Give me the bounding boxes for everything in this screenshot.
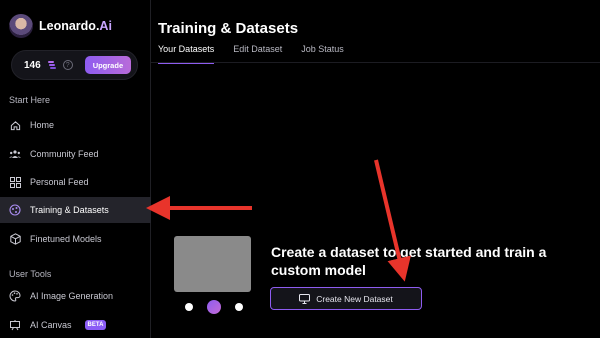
sidebar-item-label: Personal Feed bbox=[30, 177, 89, 187]
token-stack-icon bbox=[47, 61, 56, 69]
sidebar-item-community-feed[interactable]: Community Feed bbox=[0, 141, 151, 167]
tab-bar: Your Datasets Edit Dataset Job Status bbox=[158, 44, 363, 64]
beta-badge: BETA bbox=[84, 320, 107, 330]
sidebar: Leonardo.Ai 146 ? Upgrade Start Here Hom… bbox=[0, 0, 151, 338]
carousel-dot-active[interactable] bbox=[207, 300, 221, 314]
start-here-label: Start Here bbox=[9, 95, 51, 105]
logo-avatar bbox=[9, 14, 33, 38]
tab-job-status[interactable]: Job Status bbox=[301, 44, 344, 64]
cube-icon bbox=[9, 233, 21, 245]
token-count: 146 bbox=[24, 59, 41, 71]
sidebar-item-ai-image-generation[interactable]: AI Image Generation bbox=[0, 283, 151, 309]
sidebar-item-label: Home bbox=[30, 120, 55, 130]
palette-icon bbox=[9, 290, 21, 302]
carousel-dot[interactable] bbox=[185, 303, 193, 311]
carousel-dot[interactable] bbox=[235, 303, 243, 311]
training-icon bbox=[9, 204, 21, 216]
sidebar-item-label: Community Feed bbox=[30, 149, 99, 159]
user-tools-label: User Tools bbox=[9, 269, 52, 279]
monitor-icon bbox=[299, 293, 311, 304]
page-title: Training & Datasets bbox=[158, 20, 299, 37]
create-new-dataset-label: Create New Dataset bbox=[316, 293, 393, 304]
sidebar-item-label: AI Canvas bbox=[30, 320, 72, 330]
sidebar-item-ai-canvas[interactable]: AI Canvas BETA bbox=[0, 312, 151, 338]
tabs-divider bbox=[151, 62, 600, 63]
logo-text: Leonardo.Ai bbox=[39, 19, 112, 33]
sidebar-item-finetuned-models[interactable]: Finetuned Models bbox=[0, 226, 151, 252]
tab-edit-dataset[interactable]: Edit Dataset bbox=[233, 44, 282, 64]
sidebar-item-label: AI Image Generation bbox=[30, 291, 114, 301]
main-content: Training & Datasets Your Datasets Edit D… bbox=[151, 0, 600, 338]
grid-icon bbox=[9, 176, 21, 188]
sidebar-item-personal-feed[interactable]: Personal Feed bbox=[0, 169, 151, 195]
sidebar-item-home[interactable]: Home bbox=[0, 112, 151, 138]
logo[interactable]: Leonardo.Ai bbox=[9, 14, 112, 38]
tab-your-datasets[interactable]: Your Datasets bbox=[158, 44, 215, 64]
upgrade-button[interactable]: Upgrade bbox=[84, 56, 132, 74]
carousel-dots bbox=[185, 300, 243, 314]
sidebar-item-label: Training & Datasets bbox=[30, 205, 109, 215]
community-icon bbox=[9, 148, 21, 160]
token-balance: 146 ? Upgrade bbox=[11, 50, 138, 80]
help-icon[interactable]: ? bbox=[62, 60, 73, 70]
canvas-icon bbox=[9, 319, 21, 331]
sidebar-item-label: Finetuned Models bbox=[30, 234, 102, 244]
carousel-preview-image bbox=[174, 236, 251, 292]
create-new-dataset-button[interactable]: Create New Dataset bbox=[270, 287, 422, 310]
home-icon bbox=[9, 119, 21, 131]
empty-state-heading: Create a dataset to get started and trai… bbox=[271, 244, 547, 278]
sidebar-item-training-datasets[interactable]: Training & Datasets bbox=[0, 197, 151, 223]
